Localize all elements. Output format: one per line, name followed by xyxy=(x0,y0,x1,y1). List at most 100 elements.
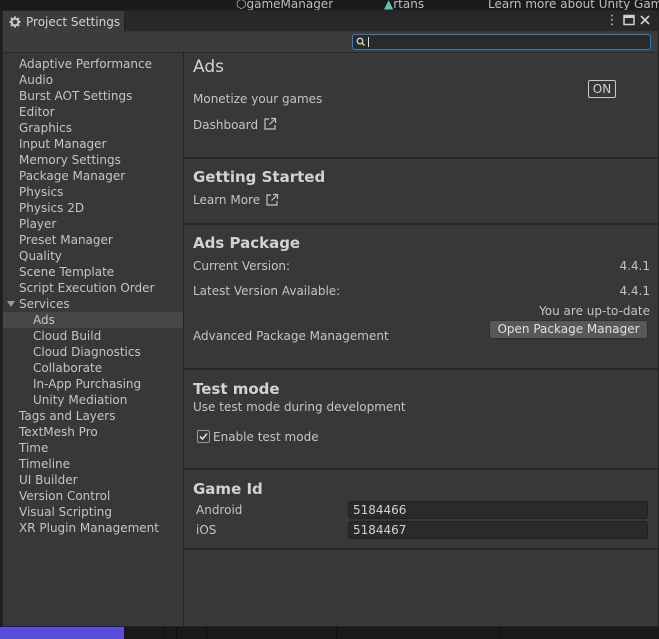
background-purple-panel xyxy=(0,627,124,639)
sidebar-item-label: Input Manager xyxy=(19,137,107,151)
sidebar-item-textmesh-pro[interactable]: TextMesh Pro xyxy=(3,424,183,440)
section-divider xyxy=(184,223,658,225)
sidebar-item-label: Scene Template xyxy=(19,265,115,279)
sidebar-item-tags-and-layers[interactable]: Tags and Layers xyxy=(3,408,183,424)
close-icon[interactable] xyxy=(638,14,652,28)
checkmark-icon xyxy=(199,432,208,441)
external-link-icon[interactable] xyxy=(263,117,277,131)
sidebar-item-audio[interactable]: Audio xyxy=(3,72,183,88)
settings-content: Ads ON Monetize your games Dashboard Get… xyxy=(184,53,658,626)
page-title: Ads xyxy=(193,57,224,77)
maximize-icon[interactable] xyxy=(622,14,636,28)
background-divider xyxy=(206,627,207,639)
sidebar-item-label: Tags and Layers xyxy=(19,409,116,423)
more-options-icon[interactable]: ⋮ xyxy=(605,14,619,28)
sidebar-item-in-app-purchasing[interactable]: In-App Purchasing xyxy=(3,376,183,392)
sidebar-item-label: Cloud Diagnostics xyxy=(33,345,141,359)
sidebar-item-label: Memory Settings xyxy=(19,153,121,167)
ads-enable-toggle[interactable]: ON xyxy=(588,80,616,98)
sidebar-item-label: Burst AOT Settings xyxy=(19,89,133,103)
external-link-icon[interactable] xyxy=(265,193,279,207)
sidebar-item-preset-manager[interactable]: Preset Manager xyxy=(3,232,183,248)
sidebar-item-input-manager[interactable]: Input Manager xyxy=(3,136,183,152)
sidebar-item-scene-template[interactable]: Scene Template xyxy=(3,264,183,280)
sidebar-item-graphics[interactable]: Graphics xyxy=(3,120,183,136)
ios-label: iOS xyxy=(196,523,217,537)
window-title: Project Settings xyxy=(26,14,121,29)
sidebar-item-script-execution-order[interactable]: Script Execution Order xyxy=(3,280,183,296)
search-input[interactable] xyxy=(367,35,647,49)
sidebar-item-label: UI Builder xyxy=(19,473,78,487)
current-version-label: Current Version: xyxy=(193,259,291,273)
latest-version-label: Latest Version Available: xyxy=(193,284,341,298)
sidebar-item-label: In-App Purchasing xyxy=(33,377,142,391)
sidebar-item-time[interactable]: Time xyxy=(3,440,183,456)
sidebar-item-quality[interactable]: Quality xyxy=(3,248,183,264)
search-field[interactable] xyxy=(352,34,651,50)
window-tab[interactable]: Project Settings xyxy=(3,11,125,32)
sidebar-item-label: Player xyxy=(19,217,57,231)
current-version-value: 4.4.1 xyxy=(619,259,650,273)
android-game-id-field[interactable]: 5184466 xyxy=(348,501,648,519)
background-divider xyxy=(164,627,165,639)
sidebar-item-package-manager[interactable]: Package Manager xyxy=(3,168,183,184)
sidebar-item-ui-builder[interactable]: UI Builder xyxy=(3,472,183,488)
sidebar-item-label: Ads xyxy=(33,313,55,327)
sidebar-item-player[interactable]: Player xyxy=(3,216,183,232)
sidebar-item-cloud-diagnostics[interactable]: Cloud Diagnostics xyxy=(3,344,183,360)
sidebar-item-label: Preset Manager xyxy=(19,233,113,247)
expand-arrow-icon[interactable] xyxy=(7,301,15,307)
sidebar-item-label: Script Execution Order xyxy=(19,281,155,295)
sidebar-item-physics-2d[interactable]: Physics 2D xyxy=(3,200,183,216)
sidebar-item-physics[interactable]: Physics xyxy=(3,184,183,200)
project-settings-window: Project Settings ⋮ Adaptive Performance … xyxy=(2,10,659,627)
search-icon xyxy=(356,37,366,47)
test-mode-heading: Test mode xyxy=(193,380,280,398)
sidebar-item-memory-settings[interactable]: Memory Settings xyxy=(3,152,183,168)
sidebar-item-label: Unity Mediation xyxy=(33,393,128,407)
enable-test-mode-checkbox[interactable] xyxy=(197,430,210,443)
sidebar-item-label: Services xyxy=(19,297,70,311)
enable-test-mode-label[interactable]: Enable test mode xyxy=(213,430,319,444)
sidebar-item-label: Collaborate xyxy=(33,361,103,375)
sidebar-item-visual-scripting[interactable]: Visual Scripting xyxy=(3,504,183,520)
ios-game-id-field[interactable]: 5184467 xyxy=(348,521,648,539)
section-divider xyxy=(184,157,658,159)
sidebar-item-services[interactable]: Services xyxy=(3,296,183,312)
gear-icon xyxy=(9,16,21,27)
sidebar-item-xr-plugin-management[interactable]: XR Plugin Management xyxy=(3,520,183,536)
section-divider xyxy=(184,548,658,550)
text-caret xyxy=(368,37,369,47)
sidebar-item-label: Graphics xyxy=(19,121,72,135)
open-package-manager-button[interactable]: Open Package Manager xyxy=(489,320,648,339)
sidebar-item-editor[interactable]: Editor xyxy=(3,104,183,120)
sidebar-item-label: Package Manager xyxy=(19,169,126,183)
sidebar-item-collaborate[interactable]: Collaborate xyxy=(3,360,183,376)
window-toolbar xyxy=(3,32,658,53)
background-divider xyxy=(336,627,337,639)
sidebar-item-label: Adaptive Performance xyxy=(19,57,152,71)
sidebar-item-label: Version Control xyxy=(19,489,111,503)
sidebar-item-unity-mediation[interactable]: Unity Mediation xyxy=(3,392,183,408)
sidebar-item-label: XR Plugin Management xyxy=(19,521,159,535)
android-label: Android xyxy=(196,503,243,517)
sidebar-item-label: Quality xyxy=(19,249,62,263)
sidebar-item-label: Physics xyxy=(19,185,64,199)
advanced-package-label: Advanced Package Management xyxy=(193,329,389,343)
up-to-date-status: You are up-to-date xyxy=(539,304,650,318)
sidebar-item-timeline[interactable]: Timeline xyxy=(3,456,183,472)
sidebar-item-version-control[interactable]: Version Control xyxy=(3,488,183,504)
section-divider xyxy=(184,468,658,470)
sidebar-item-adaptive-performance[interactable]: Adaptive Performance xyxy=(3,56,183,72)
sidebar-item-cloud-build[interactable]: Cloud Build xyxy=(3,328,183,344)
learn-more-link[interactable]: Learn More xyxy=(193,193,260,207)
latest-version-value: 4.4.1 xyxy=(619,284,650,298)
window-titlebar: Project Settings ⋮ xyxy=(3,11,658,32)
monetize-text: Monetize your games xyxy=(193,92,323,106)
dashboard-link[interactable]: Dashboard xyxy=(193,118,258,132)
sidebar-item-ads[interactable]: Ads xyxy=(3,312,183,328)
getting-started-heading: Getting Started xyxy=(193,168,326,186)
sidebar-item-burst-aot-settings[interactable]: Burst AOT Settings xyxy=(3,88,183,104)
section-divider xyxy=(184,368,658,370)
sidebar-item-label: Audio xyxy=(19,73,54,87)
